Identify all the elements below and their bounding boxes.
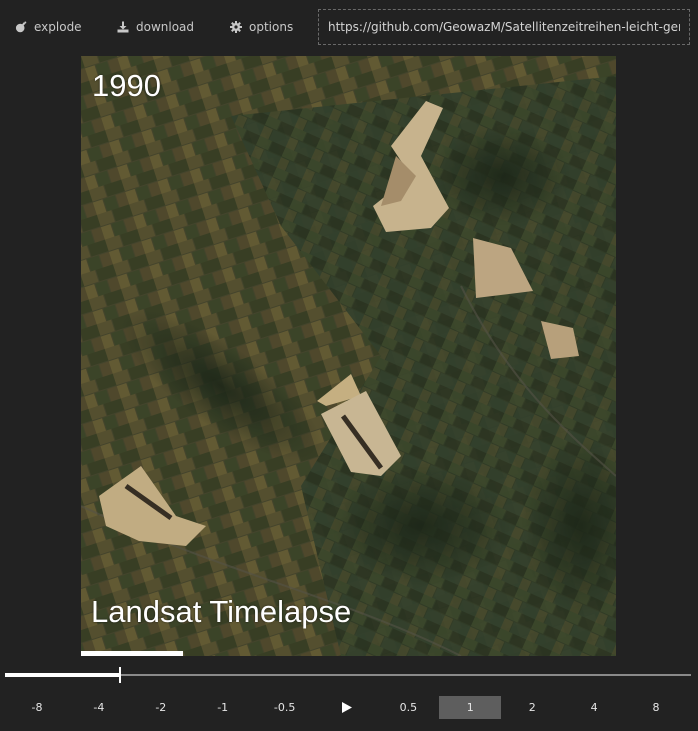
download-label: download (136, 20, 195, 34)
year-label: 1990 (92, 68, 161, 103)
speed-button[interactable]: 0.5 (377, 696, 439, 719)
explode-label: explode (34, 20, 82, 34)
speed-button[interactable]: -8 (6, 696, 68, 719)
url-field[interactable] (318, 9, 690, 45)
explode-button[interactable]: explode (15, 16, 82, 38)
toolbar: explode download options (0, 0, 698, 56)
frame-progress-bar (81, 651, 183, 656)
speed-button[interactable]: -1 (192, 696, 254, 719)
speed-button[interactable]: -2 (130, 696, 192, 719)
download-button[interactable]: download (117, 16, 194, 38)
url-input[interactable] (328, 20, 680, 34)
bomb-icon (15, 21, 27, 33)
speed-controls: -8 -4 -2 -1 -0.5 0.5 1 2 4 8 (6, 696, 690, 719)
timelapse-viewer[interactable]: 1990 Landsat Timelapse (81, 56, 616, 656)
timeline-fill (5, 673, 120, 677)
speed-button[interactable]: -4 (68, 696, 130, 719)
options-label: options (249, 20, 294, 34)
play-button[interactable] (316, 696, 378, 719)
satellite-image (81, 56, 616, 656)
caption-label: Landsat Timelapse (91, 594, 352, 629)
timeline-handle[interactable] (118, 667, 121, 683)
speed-button[interactable]: 4 (563, 696, 625, 719)
speed-button[interactable]: 8 (625, 696, 687, 719)
play-icon (341, 702, 352, 713)
gear-icon (230, 21, 242, 33)
speed-button[interactable]: 2 (501, 696, 563, 719)
speed-button[interactable]: -0.5 (254, 696, 316, 719)
timeline-scrubber[interactable] (5, 665, 691, 685)
speed-button[interactable]: 1 (439, 696, 502, 719)
options-button[interactable]: options (230, 16, 293, 38)
download-icon (117, 21, 129, 33)
